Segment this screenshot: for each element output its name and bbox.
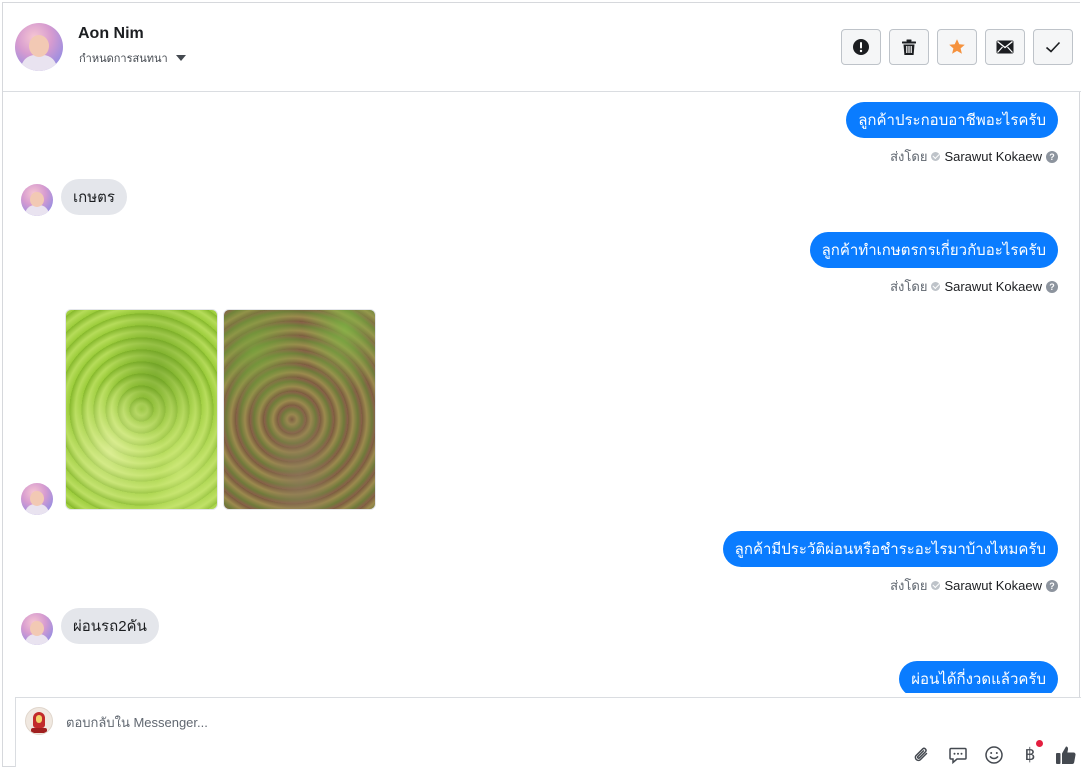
- help-icon[interactable]: ?: [1046, 280, 1058, 293]
- message-thread[interactable]: ลูกค้าประกอบอาชีพอะไรครับ ส่งโดย Sarawut…: [3, 93, 1081, 693]
- exclamation-icon: [853, 39, 869, 55]
- thumbs-up-icon: [1056, 746, 1076, 765]
- avatar-face: [30, 621, 44, 636]
- sender-avatar[interactable]: [21, 184, 53, 216]
- avatar-face: [30, 192, 44, 207]
- sender-avatar[interactable]: [21, 613, 53, 645]
- avatar-face: [29, 35, 49, 57]
- verified-check-icon: [931, 581, 941, 590]
- emblem-base: [31, 728, 47, 733]
- emoji-icon: [985, 746, 1003, 764]
- delete-button[interactable]: [889, 29, 929, 65]
- incoming-message[interactable]: เกษตร: [61, 179, 127, 215]
- checkmark-icon: [1045, 41, 1061, 53]
- conversation-header: Aon Nim กำหนดการสนทนา: [3, 3, 1081, 92]
- contact-avatar[interactable]: [15, 23, 63, 71]
- header-actions: [841, 29, 1073, 65]
- composer-tools: ฿: [911, 740, 1077, 766]
- outgoing-message[interactable]: ลูกค้าทำเกษตรกรเกี่ยวกับอะไรครับ: [809, 232, 1058, 268]
- baht-payment-icon: ฿: [1024, 745, 1036, 765]
- sent-by-agent: Sarawut Kokaew: [944, 279, 1042, 294]
- sent-by-label: ส่งโดย: [890, 578, 928, 593]
- reply-composer: ฿: [15, 697, 1081, 767]
- avatar-face: [30, 491, 44, 506]
- outgoing-message[interactable]: ลูกค้าประกอบอาชีพอะไรครับ: [846, 102, 1058, 138]
- reply-input[interactable]: [66, 712, 766, 732]
- outgoing-message[interactable]: ผ่อนได้กี่งวดแล้วครับ: [899, 661, 1058, 693]
- lettuce-photo-green[interactable]: [65, 309, 218, 510]
- sent-by-agent: Sarawut Kokaew: [944, 578, 1042, 593]
- assign-conversation-label: กำหนดการสนทนา: [79, 53, 168, 65]
- sender-avatar[interactable]: [21, 483, 53, 515]
- page-avatar: [25, 707, 53, 735]
- sent-by-info: ส่งโดย Sarawut Kokaew ?: [890, 276, 1058, 297]
- outgoing-message[interactable]: ลูกค้ามีประวัติผ่อนหรือชำระอะไรมาบ้างไหม…: [722, 531, 1058, 567]
- contact-name[interactable]: Aon Nim: [78, 25, 144, 43]
- sent-by-info: ส่งโดย Sarawut Kokaew ?: [890, 575, 1058, 596]
- attach-button[interactable]: [911, 744, 933, 766]
- like-button[interactable]: [1055, 744, 1077, 766]
- incoming-message[interactable]: ผ่อนรถ2คัน: [61, 608, 159, 644]
- caret-down-icon: [175, 55, 186, 61]
- verified-check-icon: [931, 152, 941, 161]
- help-icon[interactable]: ?: [1046, 150, 1058, 163]
- paperclip-icon: [914, 747, 928, 762]
- emoji-button[interactable]: [983, 744, 1005, 766]
- star-icon: [949, 39, 965, 54]
- help-icon[interactable]: ?: [1046, 579, 1058, 592]
- envelope-icon: [996, 40, 1014, 54]
- sent-by-label: ส่งโดย: [890, 279, 928, 294]
- messenger-conversation-panel: Aon Nim กำหนดการสนทนา ลูกค้าประกอบอาชีพอ…: [2, 2, 1081, 767]
- mark-done-button[interactable]: [1033, 29, 1073, 65]
- saved-reply-icon: [949, 747, 967, 765]
- saved-reply-button[interactable]: [947, 744, 969, 766]
- verified-check-icon: [931, 282, 941, 291]
- notification-dot: [1036, 740, 1043, 747]
- sent-by-info: ส่งโดย Sarawut Kokaew ?: [890, 146, 1058, 167]
- report-spam-button[interactable]: [841, 29, 881, 65]
- sent-by-label: ส่งโดย: [890, 149, 928, 164]
- sent-by-agent: Sarawut Kokaew: [944, 149, 1042, 164]
- trash-icon: [902, 39, 916, 55]
- star-button[interactable]: [937, 29, 977, 65]
- mark-unread-button[interactable]: [985, 29, 1025, 65]
- assign-conversation-dropdown[interactable]: กำหนดการสนทนา: [79, 49, 186, 67]
- avatar-shirt: [21, 55, 57, 71]
- lettuce-photo-red[interactable]: [223, 309, 376, 510]
- emblem-center: [36, 715, 42, 723]
- payment-button[interactable]: ฿: [1019, 740, 1043, 766]
